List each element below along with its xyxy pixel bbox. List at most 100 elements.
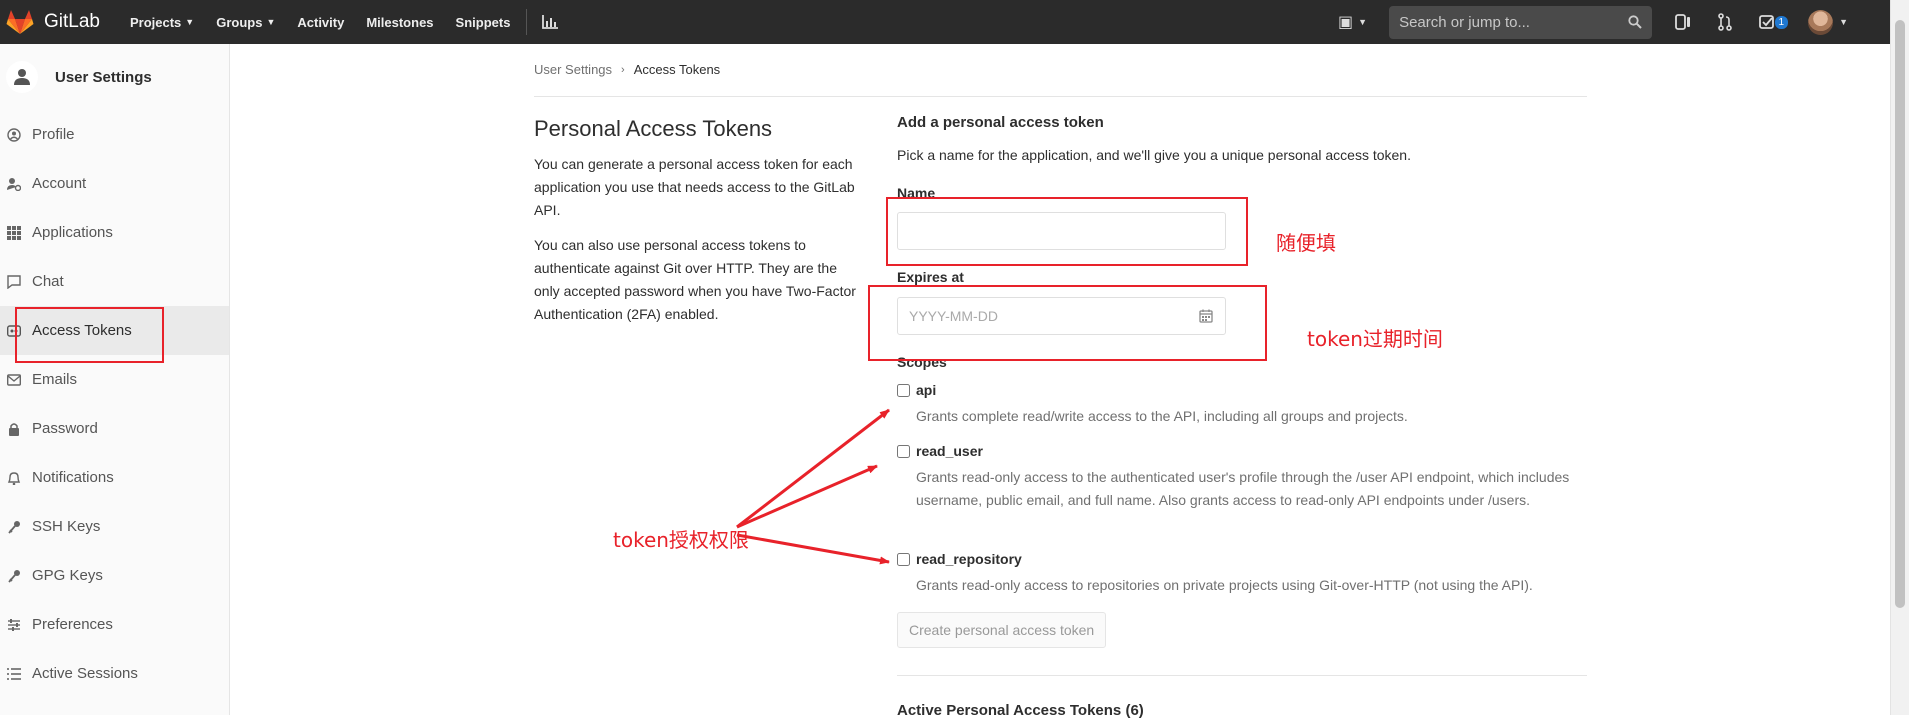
sidebar-item-active-sessions[interactable]: Active Sessions: [0, 649, 229, 698]
sidebar-nav: Profile Account Applications Chat Access Tok…: [0, 110, 229, 698]
scope-api-name[interactable]: api: [916, 382, 936, 398]
sidebar-item-ssh-keys[interactable]: SSH Keys: [0, 502, 229, 551]
todos-icon[interactable]: 1: [1756, 11, 1789, 33]
sidebar-item-applications[interactable]: Applications: [0, 208, 229, 257]
sidebar-item-chat[interactable]: Chat: [0, 257, 229, 306]
search-input[interactable]: [1399, 13, 1629, 31]
merge-requests-icon[interactable]: [1714, 11, 1736, 33]
scope-read-repository-checkbox[interactable]: [897, 553, 910, 566]
sidebar-item-label: Account: [32, 175, 87, 192]
page-title: Personal Access Tokens: [534, 116, 773, 141]
lock-icon: [7, 422, 21, 436]
intro-section: Personal Access Tokens You can generate …: [534, 116, 864, 338]
sidebar-item-label: Chat: [32, 273, 64, 290]
breadcrumb-divider: [534, 96, 1587, 97]
issues-icon[interactable]: [1672, 11, 1694, 33]
scope-read-user-description: Grants read-only access to the authentic…: [916, 469, 1570, 508]
active-tokens-title: Active Personal Access Tokens (6): [897, 702, 1144, 719]
scopes-annotation: token授权权限: [613, 528, 749, 552]
sidebar-item-label: Profile: [32, 126, 75, 143]
sidebar-item-label: Emails: [32, 371, 78, 388]
sidebar-item-gpg-keys[interactable]: GPG Keys: [0, 551, 229, 600]
settings-sidebar: User Settings Profile Account Applications…: [0, 44, 230, 715]
sessions-icon: [7, 667, 21, 681]
sidebar-item-label: Preferences: [32, 616, 113, 633]
profile-icon: [7, 127, 21, 142]
nav-activity[interactable]: Activity: [297, 0, 344, 44]
highlight-access-tokens: [15, 307, 164, 363]
key-icon: [7, 569, 21, 583]
form-description: Pick a name for the application, and we'…: [897, 147, 1411, 163]
highlight-name-field: [886, 197, 1248, 266]
nav-groups[interactable]: Groups ▼: [216, 0, 275, 44]
nav-projects[interactable]: Projects ▼: [130, 0, 194, 44]
expires-label: Expires at: [897, 269, 964, 285]
highlight-expires-field: [868, 285, 1267, 361]
user-icon: [6, 61, 38, 93]
todo-count-badge: 1: [1774, 16, 1789, 29]
name-annotation: 随便填: [1276, 231, 1336, 255]
bell-icon: [7, 471, 21, 485]
nav-milestones[interactable]: Milestones: [366, 0, 433, 44]
sidebar-item-account[interactable]: Account: [0, 159, 229, 208]
sidebar-item-label: Password: [32, 420, 98, 437]
key-icon: [7, 520, 21, 534]
brand-name: GitLab: [44, 11, 100, 32]
sidebar-item-profile[interactable]: Profile: [0, 110, 229, 159]
plus-square-icon: ▣: [1338, 14, 1354, 31]
nav-projects-label: Projects: [129, 14, 182, 30]
create-token-button[interactable]: Create personal access token: [897, 612, 1107, 648]
token-form: Add a personal access token Pick a name …: [897, 114, 1597, 719]
search-icon: [1628, 15, 1642, 29]
page-scrollbar[interactable]: [1890, 0, 1909, 715]
sidebar-item-password[interactable]: Password: [0, 404, 229, 453]
scope-read-repository-name[interactable]: read_repository: [916, 551, 1022, 567]
scope-read-repository-description: Grants read-only access to repositories …: [916, 577, 1533, 593]
intro-paragraph-2: You can also use personal access tokens …: [534, 237, 856, 322]
sidebar-header[interactable]: User Settings: [0, 44, 229, 110]
nav-divider: [526, 9, 528, 35]
sidebar-item-label: Active Sessions: [32, 665, 138, 682]
arrow-to-read-user: [736, 464, 878, 529]
breadcrumb-parent[interactable]: User Settings: [534, 62, 612, 77]
breadcrumb: User Settings › Access Tokens: [534, 62, 720, 77]
sidebar-item-label: SSH Keys: [32, 518, 101, 535]
sidebar-item-preferences[interactable]: Preferences: [0, 600, 229, 649]
sliders-icon: [7, 618, 21, 632]
chevron-down-icon: ▼: [185, 17, 195, 27]
form-title: Add a personal access token: [897, 114, 1104, 131]
form-divider: [897, 675, 1587, 676]
avatar[interactable]: [1808, 9, 1834, 35]
sidebar-item-label: GPG Keys: [32, 567, 103, 584]
chevron-down-icon: ▼: [266, 17, 276, 27]
sidebar-item-notifications[interactable]: Notifications: [0, 453, 229, 502]
nav-groups-label: Groups: [216, 14, 263, 30]
arrow-to-read-repository: [736, 533, 890, 565]
emails-icon: [7, 373, 21, 387]
sidebar-item-label: Applications: [32, 224, 113, 241]
search-box: [1389, 5, 1653, 39]
nav-links: Projects ▼ Groups ▼ Activity Milestones Sn…: [130, 0, 559, 44]
scope-api-checkbox[interactable]: [897, 384, 910, 397]
gitlab-home-link[interactable]: GitLab: [6, 0, 100, 44]
applications-icon: [7, 225, 21, 240]
chevron-down-icon: ▼: [1358, 17, 1368, 27]
sidebar-title: User Settings: [55, 68, 152, 86]
chart-icon[interactable]: [541, 14, 559, 30]
gitlab-logo-icon: [6, 10, 34, 34]
intro-paragraph-1: You can generate a personal access token…: [534, 156, 855, 218]
nav-snippets[interactable]: Snippets: [456, 0, 511, 44]
chevron-right-icon: ›: [621, 63, 625, 76]
scope-read-user-checkbox[interactable]: [897, 445, 910, 458]
new-item-button[interactable]: ▣ ▼: [1338, 12, 1367, 32]
scope-read-user-name[interactable]: read_user: [916, 443, 983, 459]
nav-right: ▣▼ 1 ▼: [1338, 0, 1890, 44]
scope-api-description: Grants complete read/write access to the…: [916, 408, 1408, 424]
arrow-to-api: [736, 408, 890, 529]
scrollbar-thumb[interactable]: [1895, 20, 1905, 608]
top-navbar: GitLab Projects ▼ Groups ▼ Activity Milest…: [0, 0, 1890, 44]
expiry-annotation: token过期时间: [1307, 327, 1443, 351]
chevron-down-icon[interactable]: ▼: [1839, 17, 1848, 27]
account-icon: [7, 177, 21, 191]
sidebar-item-label: Notifications: [32, 469, 114, 486]
